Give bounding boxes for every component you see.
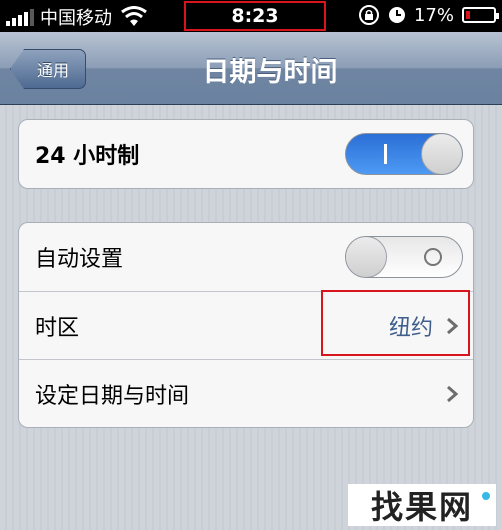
status-time: 8:23 [184, 1, 326, 31]
row-24-hour: 24 小时制 [19, 120, 473, 188]
highlight-box [321, 290, 470, 356]
row-label: 24 小时制 [35, 144, 140, 169]
battery-percent: 17% [413, 4, 454, 26]
alarm-icon [388, 7, 405, 23]
chevron-right-icon [447, 385, 459, 402]
toggle-auto-set[interactable] [345, 236, 463, 278]
wifi-icon [121, 6, 147, 26]
row-label: 设定日期与时间 [35, 383, 190, 409]
toggle-24-hour[interactable] [345, 133, 463, 175]
back-button[interactable]: 通用 [10, 49, 86, 89]
row-label: 自动设置 [35, 247, 124, 272]
row-set-date-time[interactable]: 设定日期与时间 [19, 359, 473, 427]
navigation-bar: 通用 日期与时间 [0, 32, 502, 105]
settings-group-time-format: 24 小时制 [18, 119, 474, 189]
rotation-lock-icon [358, 5, 379, 25]
status-bar: 中国移动 8:23 17% [0, 0, 502, 32]
carrier-label: 中国移动 [40, 8, 112, 29]
page-title: 日期与时间 [202, 57, 338, 88]
battery-icon [462, 7, 499, 23]
row-label: 时区 [35, 315, 80, 341]
signal-icon [6, 8, 34, 26]
row-auto-set: 自动设置 [19, 223, 473, 291]
watermark-logo: 找果网 [348, 484, 496, 526]
